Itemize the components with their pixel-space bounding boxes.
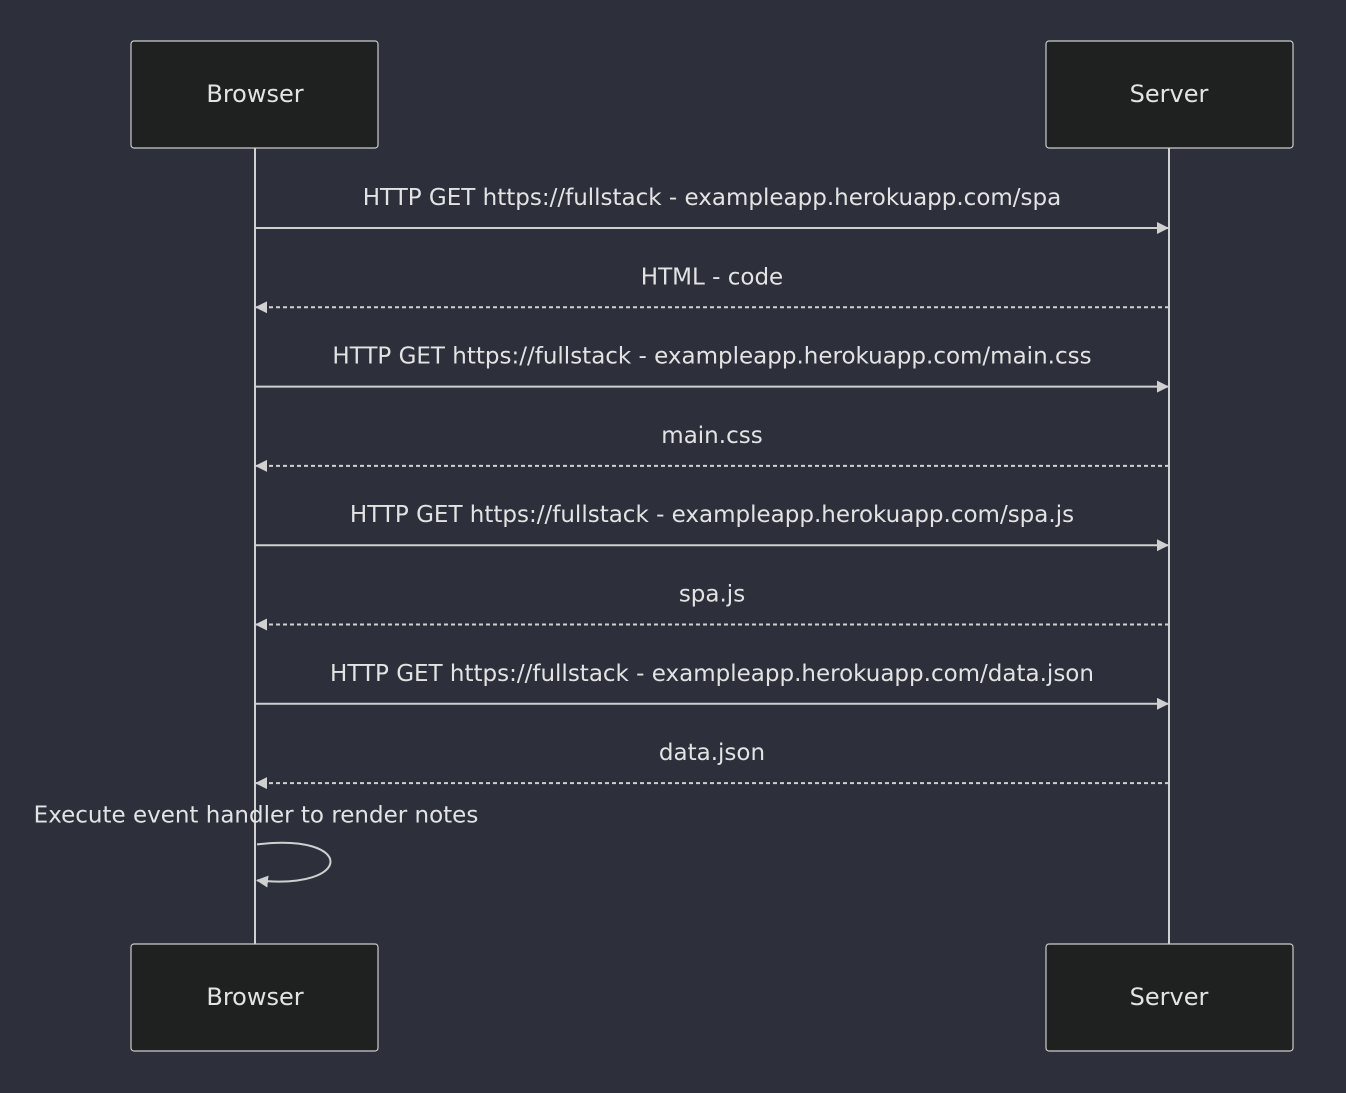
participant-label: Browser: [206, 983, 303, 1011]
message: HTTP GET https://fullstack - exampleapp.…: [255, 661, 1169, 710]
message-label: Execute event handler to render notes: [34, 802, 479, 828]
participant-server-bottom: Server: [1045, 943, 1294, 1052]
message-label: HTML - code: [641, 264, 783, 290]
message-label: HTTP GET https://fullstack - exampleapp.…: [350, 502, 1074, 528]
message-label: spa.js: [679, 582, 745, 608]
message-label: data.json: [659, 740, 765, 766]
message: HTTP GET https://fullstack - exampleapp.…: [255, 344, 1169, 393]
self-loop-arrow: [256, 841, 332, 888]
message: main.css: [255, 423, 1169, 472]
participant-label: Server: [1130, 80, 1209, 108]
participant-browser-bottom: Browser: [130, 943, 379, 1052]
message: HTTP GET https://fullstack - exampleapp.…: [255, 502, 1169, 552]
participant-browser-top: Browser: [130, 40, 379, 149]
message: data.json: [255, 740, 1169, 790]
diagram-canvas: Browser Server Browser Server HTTP GET h…: [34, 40, 1294, 1052]
participant-label: Browser: [206, 80, 303, 108]
message-label: HTTP GET https://fullstack - exampleapp.…: [363, 185, 1061, 211]
participant-label: Server: [1130, 983, 1209, 1011]
message: HTML - code: [255, 264, 1169, 314]
message-list: HTTP GET https://fullstack - exampleapp.…: [34, 185, 1169, 888]
message: spa.js: [255, 582, 1169, 631]
sequence-diagram: Browser Server Browser Server HTTP GET h…: [0, 0, 1346, 1088]
message: HTTP GET https://fullstack - exampleapp.…: [255, 185, 1169, 234]
message-label: HTTP GET https://fullstack - exampleapp.…: [330, 661, 1094, 687]
participant-server-top: Server: [1045, 40, 1294, 149]
message-label: HTTP GET https://fullstack - exampleapp.…: [332, 344, 1091, 370]
message-label: main.css: [661, 423, 762, 449]
